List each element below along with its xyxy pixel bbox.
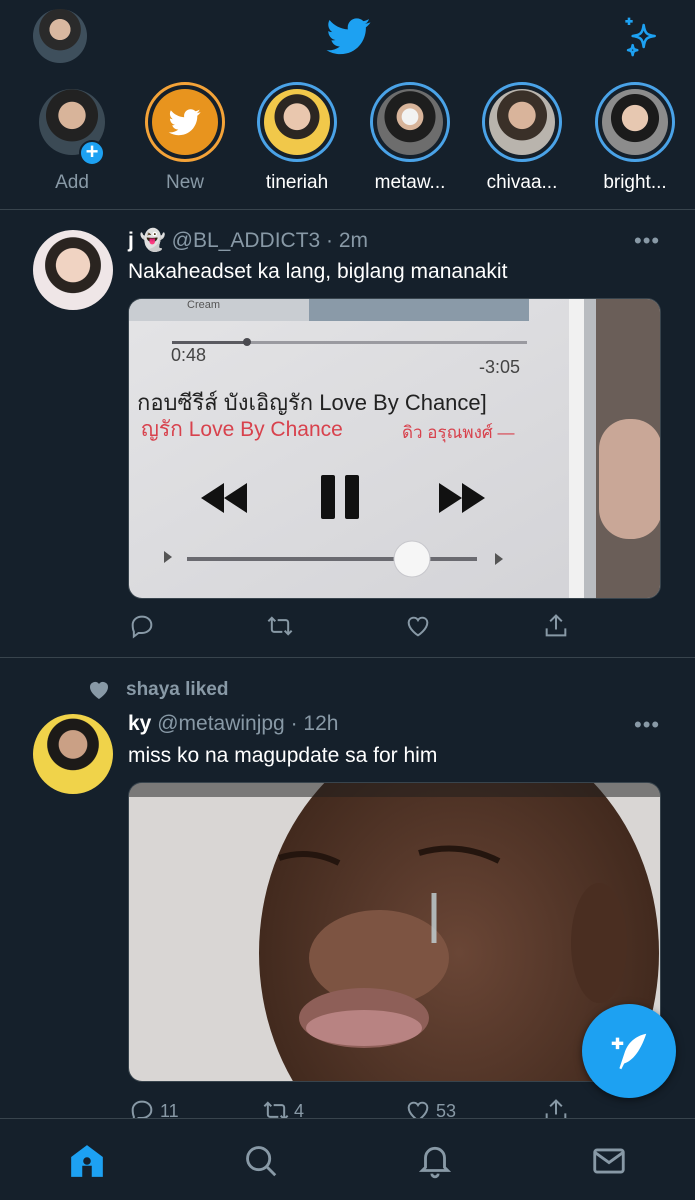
social-context-text[interactable]: shaya liked [126,679,228,701]
pause-icon [321,475,335,519]
reply-button[interactable] [128,611,160,641]
tweet-image[interactable]: Cream 0:48 -3:05 กอบซีรีส์ บังเอิญรัก Lo… [128,298,661,599]
author-name[interactable]: j 👻 [128,229,166,252]
home-icon [71,1145,103,1177]
avatar [602,89,668,155]
heart-icon [407,616,429,637]
retweet-icon [267,616,293,636]
crying-face-photo [129,783,660,1081]
new-fleet-bird-icon [152,89,218,155]
fleet-add[interactable]: + Add [27,82,117,194]
playback-controls [201,475,485,519]
tweet-actions [128,611,578,641]
share-icon [545,614,567,637]
media-top-label: Cream [187,299,221,311]
fleet-label: metaw... [374,172,446,193]
tweet-author-avatar[interactable] [33,714,113,794]
author-handle[interactable]: @BL_ADDICT3 [172,229,321,252]
tweet-time: · 12h [290,712,339,735]
fleet-user[interactable]: chivaa... [477,82,567,194]
tweet-header: j 👻 @BL_ADDICT3 · 2m [128,229,368,253]
fleet-user[interactable]: metaw... [365,82,455,194]
heart-filled-icon [90,682,108,699]
compose-tweet-button[interactable] [582,1004,676,1098]
like-button[interactable] [404,611,436,641]
bottom-navigation [0,1118,695,1200]
rewind-icon [201,483,247,513]
share-button[interactable] [542,611,570,641]
fleet-label: Add [55,172,89,193]
retweet-button[interactable] [266,611,298,641]
messages-icon [593,1148,625,1174]
sparkle-icon[interactable] [618,14,662,58]
avatar [377,89,443,155]
author-name[interactable]: ky [128,712,151,735]
tweet-time: · 2m [326,229,369,252]
tweet-text: Nakaheadset ka lang, biglang mananakit [128,260,508,283]
nav-notifications[interactable] [415,1141,455,1181]
notifications-icon [418,1146,452,1179]
tweet-image[interactable] [128,782,661,1082]
profile-avatar[interactable] [33,9,87,63]
more-options-icon[interactable]: ••• [634,712,660,738]
add-fleet-icon: + [79,140,105,166]
fleet-label: bright... [603,172,667,193]
tweet-header: ky @metawinjpg · 12h [128,712,338,736]
fleets-row: + Add New tineriah metaw... chivaa... br [0,82,695,208]
author-handle[interactable]: @metawinjpg [157,712,285,735]
fast-forward-icon [439,483,485,513]
song-artist: ดิว อรุณพงศ์ — [402,423,515,442]
tweet-author-avatar[interactable] [33,230,113,310]
music-player-photo [129,299,660,598]
compose-feather-icon [611,1033,647,1070]
song-subtitle: ญรัก Love By Chance [141,418,343,441]
reply-icon [131,615,153,639]
more-options-icon[interactable]: ••• [634,228,660,254]
top-bar [0,0,695,72]
avatar [489,89,555,155]
fleet-user[interactable]: tineriah [252,82,342,194]
tweet-text: miss ko na magupdate sa for him [128,744,438,767]
nav-home[interactable] [67,1141,107,1181]
fleet-label: New [165,172,204,193]
divider [0,209,695,210]
fleet-user[interactable]: bright... [590,82,680,194]
twitter-bird-icon [326,18,371,55]
divider [0,657,695,658]
player-remaining: -3:05 [479,357,521,377]
search-icon [246,1146,277,1177]
fleet-label: tineriah [265,172,329,193]
fleet-new[interactable]: New [140,82,230,194]
player-elapsed: 0:48 [171,345,207,365]
social-context: shaya liked [86,678,228,702]
avatar [264,89,330,155]
nav-search[interactable] [241,1141,281,1181]
nav-messages[interactable] [589,1141,629,1181]
fleet-label: chivaa... [486,172,558,193]
